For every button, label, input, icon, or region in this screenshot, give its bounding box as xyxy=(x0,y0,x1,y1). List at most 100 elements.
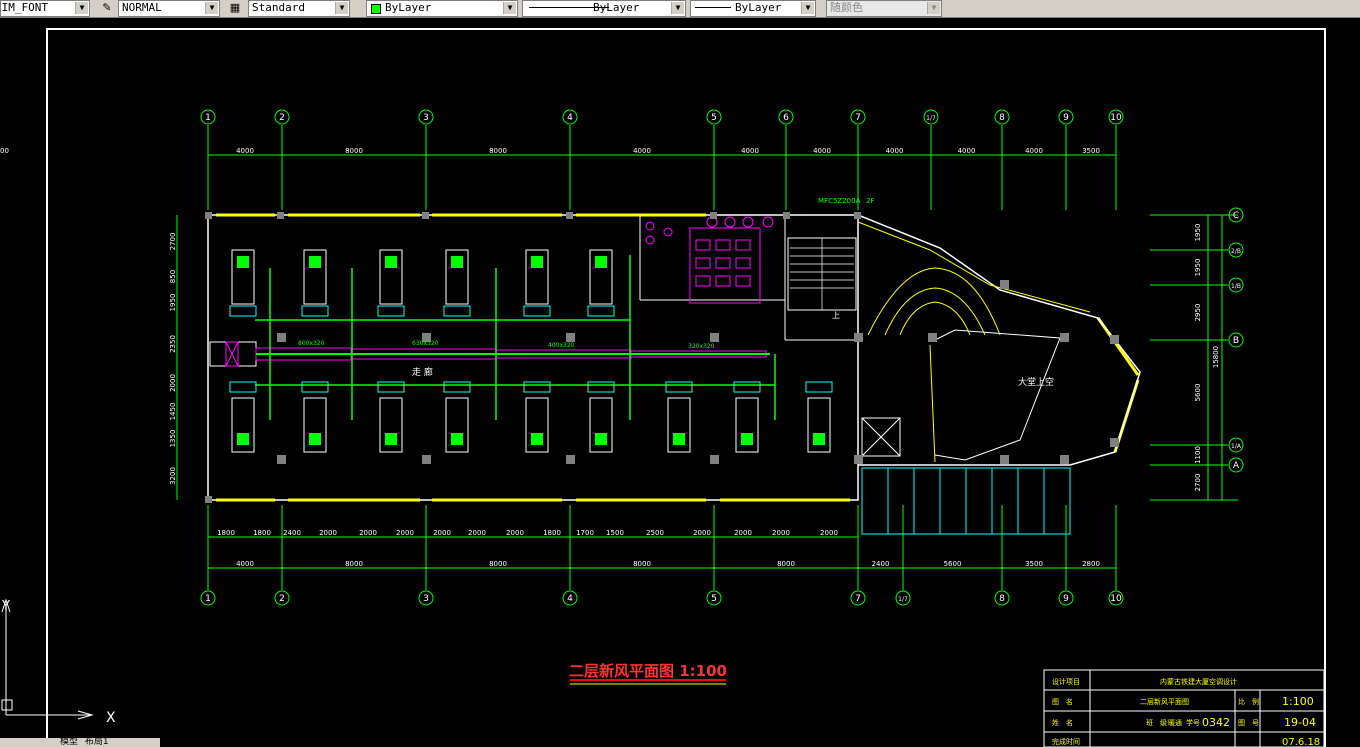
dim-style-dropdown[interactable]: NORMAL ▼ xyxy=(118,0,220,17)
dim-bottom-fine-10: 1700 xyxy=(576,529,594,537)
dim-top-4: 4000 xyxy=(741,147,759,155)
dim-bottom-fine-13: 2000 xyxy=(693,529,711,537)
table-style-icon[interactable]: ▦ xyxy=(228,1,242,15)
color-value: ByLayer xyxy=(385,1,432,14)
dim-bottom-4: 8000 xyxy=(777,560,795,568)
tab-layout1[interactable]: 布局1 xyxy=(85,737,109,747)
tb-project-label: 设计项目 xyxy=(1052,677,1080,686)
title-block: 设计项目 内蒙古铁建大厦空调设计 图 名 二层新风平面图 比 例 1:100 姓… xyxy=(1052,677,1320,747)
svg-text:A: A xyxy=(1233,461,1240,471)
color-dropdown[interactable]: ByLayer ▼ xyxy=(366,0,518,17)
grid-axis-top-10: 10 xyxy=(1108,109,1124,125)
dim-bottom-fine-15: 2000 xyxy=(772,529,790,537)
svg-text:B: B xyxy=(1233,336,1239,346)
svg-text:7: 7 xyxy=(855,594,861,604)
linetype-dropdown[interactable]: ByLayer ▼ xyxy=(522,0,686,17)
svg-text:9: 9 xyxy=(1063,594,1069,604)
dim-left-5: 1450 xyxy=(169,403,177,421)
dim-right-fine-4: 1100 xyxy=(1194,446,1202,464)
table-style-dropdown[interactable]: Standard ▼ xyxy=(248,0,350,17)
tab-model[interactable]: 模型 xyxy=(60,737,78,747)
dim-bottom-fine-8: 2000 xyxy=(506,529,524,537)
dim-bottom-0: 4000 xyxy=(236,560,254,568)
dim-bottom-8: 2800 xyxy=(1082,560,1100,568)
lineweight-dropdown[interactable]: ByLayer ▼ xyxy=(690,0,816,17)
dim-bottom-fine-0: 1800 xyxy=(217,529,235,537)
tb-class-label: 班 级 xyxy=(1146,718,1167,727)
duct-size-2: 630x320 xyxy=(412,340,439,347)
dim-top-7: 4000 xyxy=(958,147,976,155)
tb-sheet-label: 图 名 xyxy=(1052,697,1073,706)
chevron-down-icon[interactable]: ▼ xyxy=(205,2,218,14)
dim-style-icon[interactable]: ✎ xyxy=(100,1,114,15)
dim-top-8: 4000 xyxy=(1025,147,1043,155)
dim-top-1: 8000 xyxy=(345,147,363,155)
floor-2f-label: 2F xyxy=(866,197,874,205)
dim-bottom-fine-9: 1800 xyxy=(543,529,561,537)
svg-text:6: 6 xyxy=(783,113,789,123)
svg-text:1: 1 xyxy=(205,113,211,123)
grid-axis-bottom-8: 9 xyxy=(1058,590,1074,606)
grid-axis-top-1: 2 xyxy=(274,109,290,125)
svg-text:8: 8 xyxy=(999,594,1005,604)
grid-axes-right: C 2/B 1/B B 1/A A xyxy=(1150,207,1244,473)
drawing-canvas[interactable]: 1 2 3 4 5 6 7 1/7 8 9 10 1 2 3 4 5 7 1/7 8 9 10 C 2/B 1/B B 1/A… xyxy=(0,17,1360,747)
grid-axis-top-8: 8 xyxy=(994,109,1010,125)
duct-size-4: 320x320 xyxy=(688,343,715,350)
grid-axis-bottom-6: 1/7 xyxy=(895,590,911,606)
chevron-down-icon[interactable]: ▼ xyxy=(335,2,348,14)
chevron-down-icon[interactable]: ▼ xyxy=(671,2,684,14)
dim-bottom-fine-7: 2000 xyxy=(468,529,486,537)
svg-text:2/B: 2/B xyxy=(1231,248,1241,255)
plot-style-dropdown[interactable]: 随颜色 ▼ xyxy=(826,0,942,17)
dim-left-4: 2000 xyxy=(169,374,177,392)
drawing-title: 二层新风平面图 1:100 xyxy=(569,662,727,680)
svg-text:C: C xyxy=(1233,211,1239,221)
atrium-label: 大堂上空 xyxy=(1018,376,1054,388)
svg-text:1/B: 1/B xyxy=(1231,283,1241,290)
chevron-down-icon[interactable]: ▼ xyxy=(75,2,88,14)
tb-date: 07.6.18 xyxy=(1282,737,1320,747)
text-style-dropdown[interactable]: DIM_FONT ▼ xyxy=(0,0,90,17)
plot-style-value: 随颜色 xyxy=(830,1,863,14)
equipment-label: MFC5Z200A xyxy=(818,197,861,205)
lineweight-preview xyxy=(695,7,731,8)
tb-studentno-label: 学号 xyxy=(1186,718,1200,727)
tb-name-label: 姓 名 xyxy=(1052,718,1073,727)
chevron-down-icon[interactable]: ▼ xyxy=(503,2,516,14)
svg-text:1/A: 1/A xyxy=(1231,443,1242,450)
table-style-value: Standard xyxy=(252,1,305,14)
svg-text:3: 3 xyxy=(423,113,429,123)
grid-axis-right-1: 2/B xyxy=(1228,242,1244,258)
tb-studentno: 0342 xyxy=(1202,716,1230,729)
grid-axis-bottom-3: 4 xyxy=(562,590,578,606)
svg-text:4: 4 xyxy=(567,113,573,123)
dim-bottom-fine-1: 1800 xyxy=(253,529,271,537)
grid-axis-top-2: 3 xyxy=(418,109,434,125)
chevron-down-icon[interactable]: ▼ xyxy=(927,2,940,14)
svg-text:4: 4 xyxy=(567,594,573,604)
dim-right-fine-0: 1950 xyxy=(1194,224,1202,242)
dim-right-fine-3: 5600 xyxy=(1194,384,1202,402)
dim-left-0: 2700 xyxy=(169,233,177,251)
stair-up-label: 上 xyxy=(832,311,840,320)
chevron-down-icon[interactable]: ▼ xyxy=(801,2,814,14)
grid-axis-top-9: 9 xyxy=(1058,109,1074,125)
dim-bottom-fine-11: 1500 xyxy=(606,529,624,537)
dim-bottom-6: 5600 xyxy=(944,560,962,568)
dim-bottom-fine-14: 2000 xyxy=(734,529,752,537)
svg-text:10: 10 xyxy=(1110,113,1122,123)
tb-scale-label: 比 例 xyxy=(1238,697,1259,706)
dim-bottom-fine-2: 2400 xyxy=(283,529,301,537)
grid-axis-bottom-1: 2 xyxy=(274,590,290,606)
grid-axis-top-7: 1/7 xyxy=(923,109,939,125)
tb-date-label: 完成时间 xyxy=(1052,737,1080,746)
dim-bottom-3: 8000 xyxy=(633,560,651,568)
dim-left-6: 1350 xyxy=(169,430,177,448)
dim-top-9: 3500 xyxy=(1082,147,1100,155)
dim-bottom-fine-5: 2000 xyxy=(396,529,414,537)
svg-text:1/7: 1/7 xyxy=(898,596,908,603)
tb-sheet-name: 二层新风平面图 xyxy=(1140,697,1189,706)
grid-axis-bottom-2: 3 xyxy=(418,590,434,606)
dim-top-6: 4000 xyxy=(886,147,904,155)
